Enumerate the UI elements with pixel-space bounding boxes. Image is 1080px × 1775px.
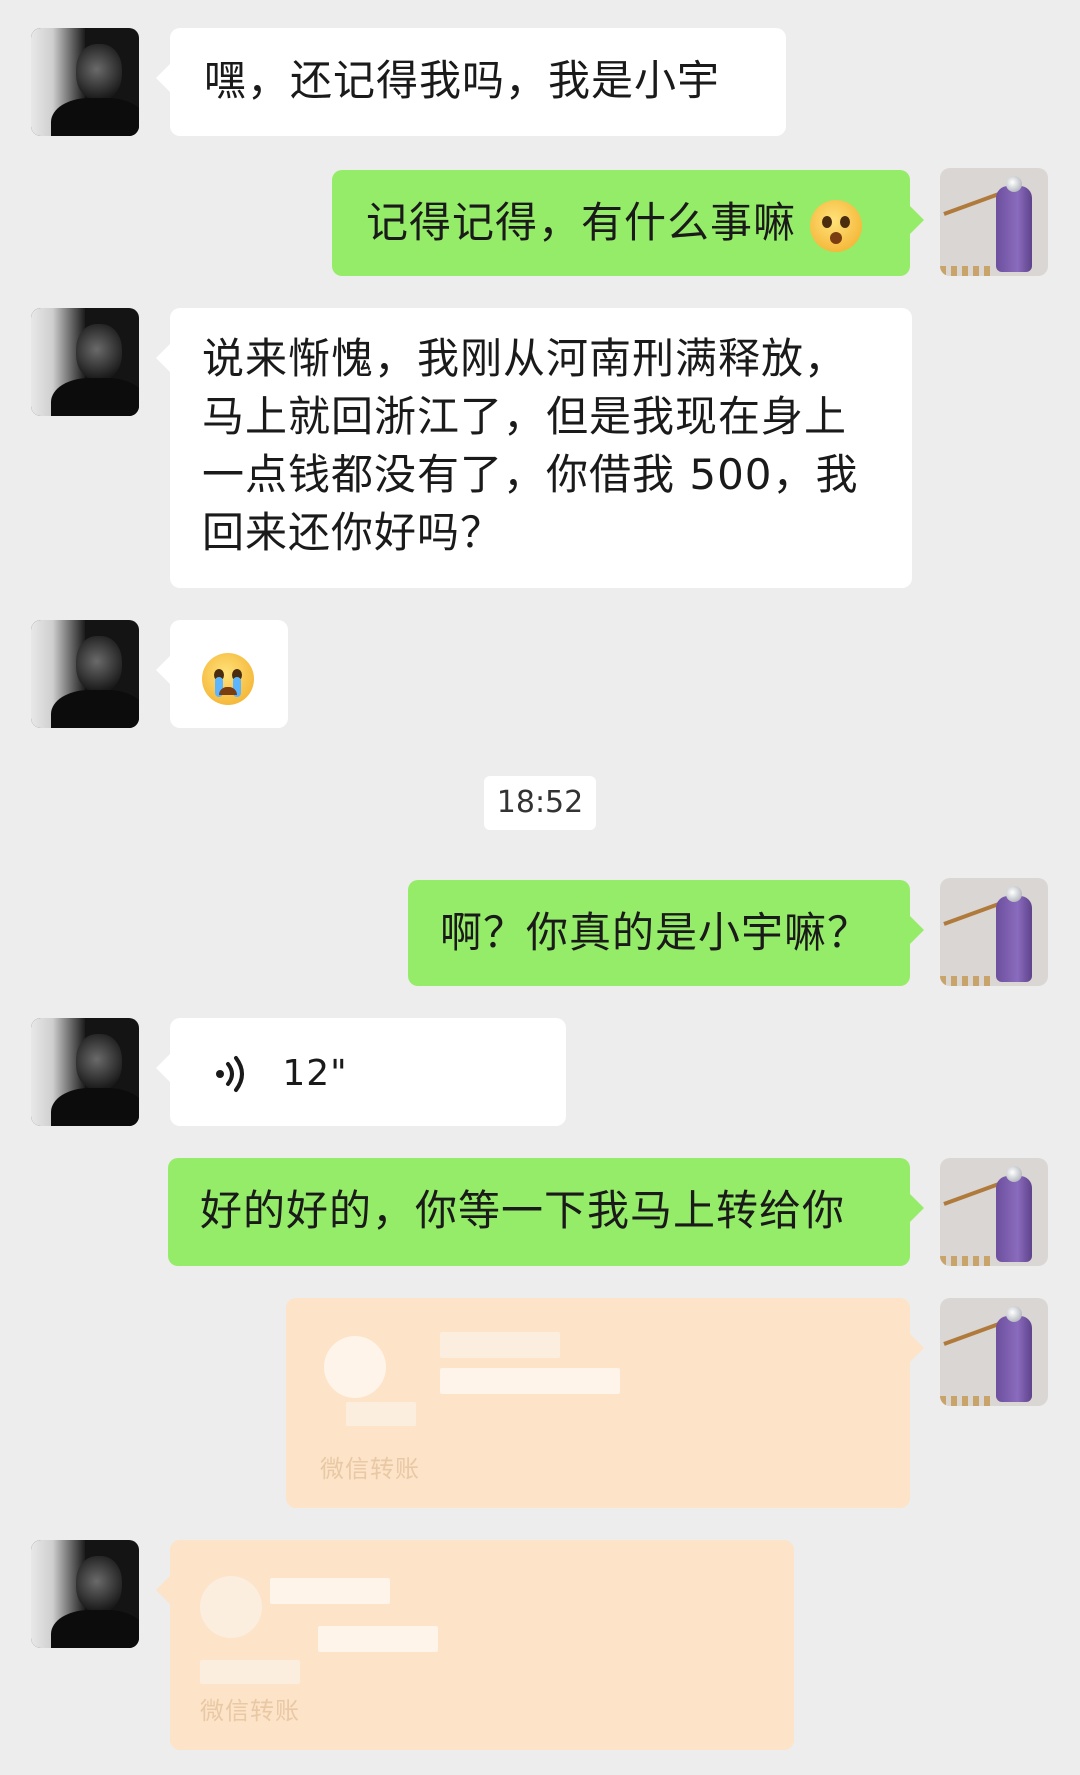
avatar-crumbs <box>940 976 990 986</box>
voice-message-bubble[interactable]: 12" <box>156 1018 566 1126</box>
blurred-amount <box>318 1626 438 1652</box>
voice-wave-icon <box>216 1055 244 1092</box>
message-text: 好的好的，你等一下我马上转给你 <box>200 1186 846 1235</box>
message-row: 说来惭愧，我刚从河南刑满释放， 马上就回浙江了，但是我现在身上 一点钱都没有了，… <box>0 308 1080 590</box>
avatar-bottle <box>996 1176 1032 1262</box>
message-text: 嘿，还记得我吗，我是小宇 <box>204 56 721 105</box>
transfer-card[interactable]: 微信转账 <box>286 1298 924 1508</box>
message-row: 微信转账 <box>0 1540 1080 1752</box>
message-row: 嘿，还记得我吗，我是小宇 <box>0 28 1080 136</box>
avatar-bottle <box>996 896 1032 982</box>
avatar-stick <box>943 1180 1003 1206</box>
avatar-body <box>51 690 139 728</box>
message-text: 啊？你真的是小宇嘛？ <box>440 908 871 957</box>
blurred-amount <box>440 1368 620 1394</box>
message-row: 微信转账 <box>0 1298 1080 1510</box>
contact-avatar[interactable] <box>31 1540 139 1648</box>
transfer-label: 微信转账 <box>200 1697 300 1725</box>
contact-avatar[interactable] <box>31 1018 139 1126</box>
avatar-head <box>76 1034 122 1090</box>
blurred-note <box>346 1402 416 1426</box>
avatar-crumbs <box>940 1256 990 1266</box>
my-avatar[interactable] <box>940 168 1048 276</box>
outgoing-message-bubble[interactable]: 记得记得，有什么事嘛 <box>332 170 924 276</box>
avatar-stick <box>943 1320 1003 1346</box>
confused-face-icon <box>810 199 863 252</box>
incoming-message-bubble[interactable]: 嘿，还记得我吗，我是小宇 <box>156 28 786 136</box>
message-line: 说来惭愧，我刚从河南刑满释放， <box>202 334 848 383</box>
message-line: 马上就回浙江了，但是我现在身上 <box>202 392 848 441</box>
message-row: 记得记得，有什么事嘛 <box>0 168 1080 276</box>
contact-avatar[interactable] <box>31 620 139 728</box>
incoming-emoji-bubble[interactable] <box>156 620 288 728</box>
voice-duration: 12" <box>282 1053 348 1094</box>
emoji-eye <box>840 215 851 228</box>
avatar-cap <box>1006 1166 1022 1182</box>
avatar-head <box>76 44 122 100</box>
message-line: 回来还你好吗？ <box>202 508 504 557</box>
outgoing-message-bubble[interactable]: 啊？你真的是小宇嘛？ <box>408 880 924 986</box>
avatar-cap <box>1006 1306 1022 1322</box>
outgoing-message-bubble[interactable]: 好的好的，你等一下我马上转给你 <box>168 1158 924 1266</box>
avatar-body <box>51 98 139 136</box>
contact-avatar[interactable] <box>31 28 139 136</box>
avatar-head <box>76 324 122 380</box>
transfer-label: 微信转账 <box>320 1455 420 1483</box>
avatar-bottle <box>996 186 1032 272</box>
message-row: 好的好的，你等一下我马上转给你 <box>0 1158 1080 1266</box>
message-text: 记得记得，有什么事嘛 <box>366 198 797 247</box>
avatar-body <box>51 1088 139 1126</box>
message-row: 啊？你真的是小宇嘛？ <box>0 878 1080 986</box>
avatar-stick <box>943 900 1003 926</box>
blurred-amount <box>440 1332 560 1358</box>
transfer-icon <box>200 1576 262 1638</box>
avatar-bottle <box>996 1316 1032 1402</box>
blurred-note <box>200 1660 300 1684</box>
blurred-amount <box>270 1578 390 1604</box>
my-avatar[interactable] <box>940 1298 1048 1406</box>
message-row <box>0 620 1080 728</box>
avatar-head <box>76 1556 122 1612</box>
message-row: 12" <box>0 1018 1080 1126</box>
chat-timestamp: 18:52 <box>484 776 596 830</box>
transfer-icon <box>324 1336 386 1398</box>
my-avatar[interactable] <box>940 1158 1048 1266</box>
avatar-cap <box>1006 176 1022 192</box>
avatar-body <box>51 378 139 416</box>
message-line: 一点钱都没有了，你借我 500，我 <box>202 450 859 499</box>
avatar-cap <box>1006 886 1022 902</box>
avatar-stick <box>943 190 1003 216</box>
incoming-message-bubble[interactable]: 说来惭愧，我刚从河南刑满释放， 马上就回浙江了，但是我现在身上 一点钱都没有了，… <box>156 308 912 588</box>
emoji-mouth <box>830 231 843 244</box>
transfer-card[interactable]: 微信转账 <box>156 1540 794 1750</box>
crying-face-icon <box>202 652 254 705</box>
avatar-crumbs <box>940 266 990 276</box>
avatar-body <box>51 1610 139 1648</box>
avatar-head <box>76 636 122 692</box>
emoji-eye <box>822 215 833 228</box>
my-avatar[interactable] <box>940 878 1048 986</box>
avatar-crumbs <box>940 1396 990 1406</box>
contact-avatar[interactable] <box>31 308 139 416</box>
